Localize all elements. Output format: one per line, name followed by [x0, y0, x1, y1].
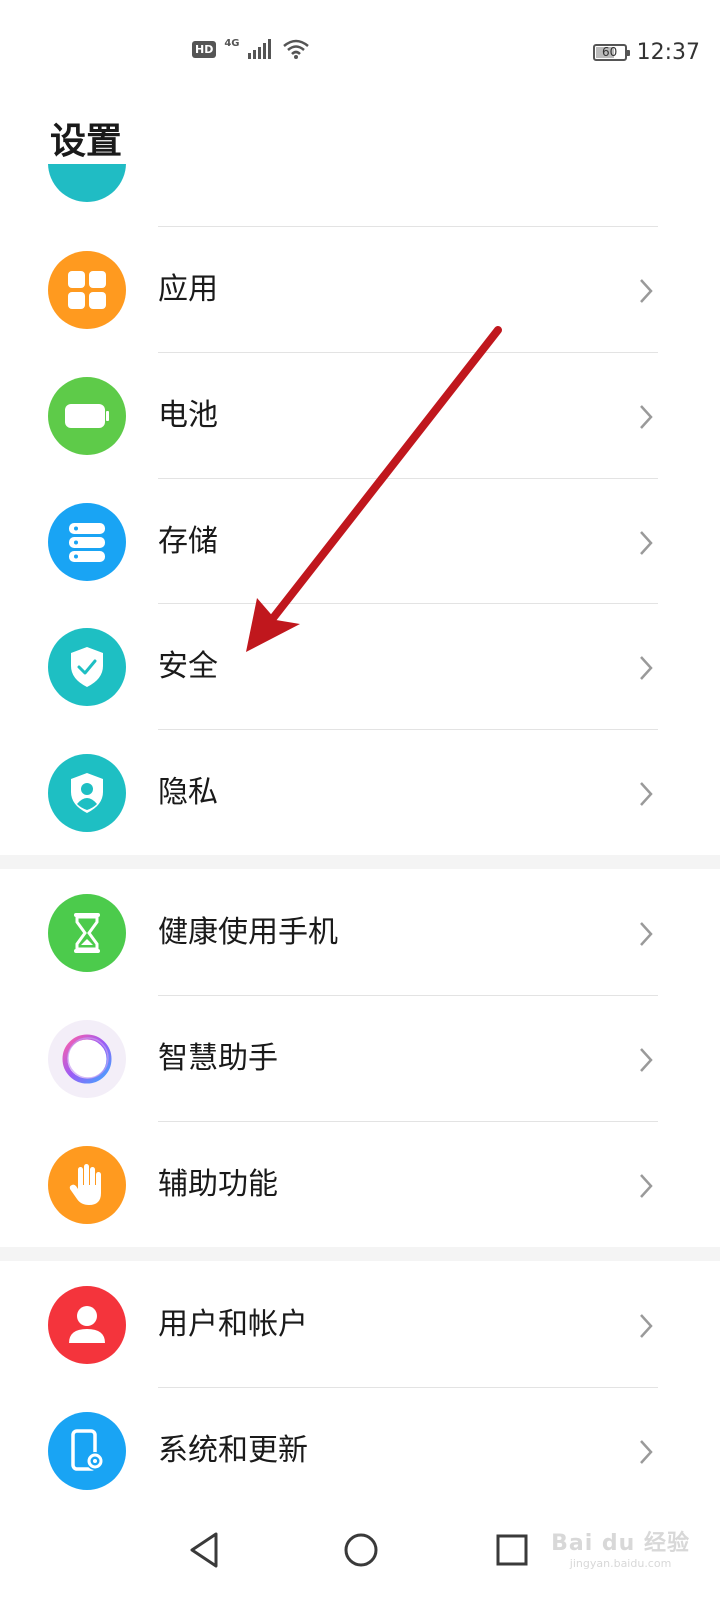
chevron-right-icon	[640, 922, 653, 946]
settings-item-label: 安全	[158, 649, 218, 684]
chevron-right-icon	[640, 1048, 653, 1072]
battery-icon	[48, 377, 126, 455]
settings-item-label: 电池	[158, 398, 218, 433]
settings-item-apps[interactable]: 应用	[0, 227, 720, 353]
privacy-shield-icon	[48, 754, 126, 832]
settings-item-label: 智慧助手	[158, 1041, 278, 1076]
section-separator	[0, 1247, 720, 1261]
chevron-right-icon	[640, 405, 653, 429]
chevron-right-icon	[640, 656, 653, 680]
assistant-ring-icon	[48, 1020, 126, 1098]
phone-gear-icon	[48, 1412, 126, 1490]
settings-item-system-update[interactable]: 系统和更新	[0, 1388, 720, 1514]
settings-item-storage[interactable]: 存储	[0, 479, 720, 605]
settings-item-accessibility[interactable]: 辅助功能	[0, 1122, 720, 1248]
settings-item-users-accounts[interactable]: 用户和帐户	[0, 1262, 720, 1388]
back-icon[interactable]	[186, 1530, 222, 1570]
chevron-right-icon	[640, 1314, 653, 1338]
chevron-right-icon	[640, 1440, 653, 1464]
status-bar: HD 4G 60 12:37	[0, 0, 720, 100]
user-icon	[48, 1286, 126, 1364]
wifi-icon	[282, 39, 309, 59]
chevron-right-icon	[640, 782, 653, 806]
watermark: Bai du 经验 jingyan.baidu.com	[551, 1525, 690, 1570]
hand-icon	[48, 1146, 126, 1224]
partial-item-icon	[48, 164, 126, 204]
hourglass-icon	[48, 894, 126, 972]
settings-item-label: 健康使用手机	[158, 915, 338, 950]
chevron-right-icon	[640, 1174, 653, 1198]
settings-item-label: 用户和帐户	[158, 1307, 308, 1342]
clock: 12:37	[636, 40, 700, 65]
settings-item-label: 隐私	[158, 775, 218, 810]
signal-icon	[247, 39, 271, 59]
battery-icon: 60	[592, 44, 630, 61]
battery-level: 60	[601, 45, 618, 59]
apps-grid-icon	[48, 251, 126, 329]
settings-item-label: 应用	[158, 272, 218, 307]
settings-item-label: 系统和更新	[158, 1433, 308, 1468]
recents-icon[interactable]	[494, 1530, 530, 1570]
page-title: 设置	[50, 121, 123, 162]
hd-badge: HD	[192, 40, 217, 58]
settings-item-security[interactable]: 安全	[0, 604, 720, 730]
settings-item-battery[interactable]: 电池	[0, 353, 720, 479]
status-icons: HD 4G	[192, 38, 310, 60]
status-right: 60 12:37	[592, 40, 700, 65]
settings-item-privacy[interactable]: 隐私	[0, 730, 720, 856]
section-separator	[0, 855, 720, 869]
settings-item-smart-assistant[interactable]: 智慧助手	[0, 996, 720, 1122]
watermark-text: Bai du 经验	[551, 1531, 690, 1556]
settings-item-digital-balance[interactable]: 健康使用手机	[0, 870, 720, 996]
network-type: 4G	[224, 38, 240, 49]
home-icon[interactable]	[341, 1530, 381, 1570]
watermark-subtext: jingyan.baidu.com	[569, 1557, 672, 1570]
chevron-right-icon	[640, 531, 653, 555]
settings-item-label: 辅助功能	[158, 1167, 278, 1202]
storage-icon	[48, 503, 126, 581]
shield-check-icon	[48, 628, 126, 706]
chevron-right-icon	[640, 279, 653, 303]
settings-item-label: 存储	[158, 524, 218, 559]
